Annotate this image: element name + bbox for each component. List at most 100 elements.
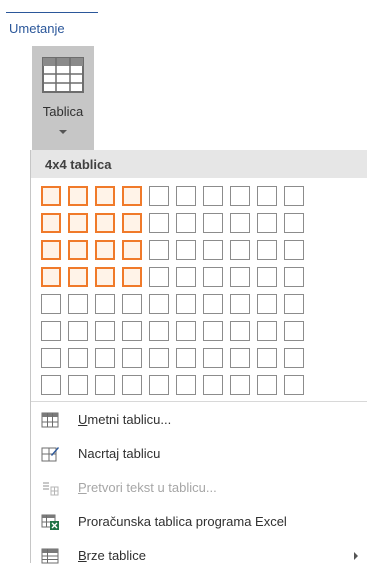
grid-cell-selected[interactable] <box>122 267 142 287</box>
grid-cell[interactable] <box>176 348 196 368</box>
grid-header: 4x4 tablica <box>31 150 367 178</box>
grid-cell[interactable] <box>95 321 115 341</box>
grid-cell[interactable] <box>41 321 61 341</box>
grid-cell-selected[interactable] <box>122 186 142 206</box>
grid-cell[interactable] <box>122 321 142 341</box>
grid-cell[interactable] <box>41 375 61 395</box>
grid-cell[interactable] <box>122 348 142 368</box>
grid-cell[interactable] <box>41 348 61 368</box>
grid-cell[interactable] <box>284 321 304 341</box>
grid-cell[interactable] <box>203 348 223 368</box>
grid-cell-selected[interactable] <box>68 267 88 287</box>
grid-cell[interactable] <box>284 294 304 314</box>
grid-cell[interactable] <box>230 321 250 341</box>
grid-cell[interactable] <box>203 294 223 314</box>
grid-cell[interactable] <box>122 294 142 314</box>
grid-cell[interactable] <box>257 375 277 395</box>
grid-cell[interactable] <box>230 375 250 395</box>
grid-cell[interactable] <box>257 240 277 260</box>
grid-cell-selected[interactable] <box>95 240 115 260</box>
grid-cell-selected[interactable] <box>68 240 88 260</box>
menu-item-convert-text[interactable]: Pretvori tekst u tablicu... <box>31 473 367 503</box>
grid-cell[interactable] <box>203 213 223 233</box>
quick-tables-icon <box>41 548 59 564</box>
grid-cell[interactable] <box>257 294 277 314</box>
grid-cell[interactable] <box>176 267 196 287</box>
grid-cell[interactable] <box>68 294 88 314</box>
grid-cell[interactable] <box>203 375 223 395</box>
chevron-right-icon <box>354 552 358 560</box>
insert-table-dropdown: 4x4 tablica Umetni tablicu... Nacrtaj ta… <box>30 150 367 564</box>
tab-insert-label: Umetanje <box>9 21 65 36</box>
convert-text-icon <box>43 482 59 496</box>
grid-cell-selected[interactable] <box>122 240 142 260</box>
menu-item-draw-table[interactable]: Nacrtaj tablicu <box>31 439 367 469</box>
grid-cell[interactable] <box>68 348 88 368</box>
grid-cell[interactable] <box>68 375 88 395</box>
grid-cell[interactable] <box>284 186 304 206</box>
grid-cell-selected[interactable] <box>41 186 61 206</box>
grid-cell-selected[interactable] <box>95 186 115 206</box>
grid-cell-selected[interactable] <box>95 213 115 233</box>
grid-cell-selected[interactable] <box>41 213 61 233</box>
grid-cell[interactable] <box>149 348 169 368</box>
grid-cell[interactable] <box>257 213 277 233</box>
grid-cell[interactable] <box>203 321 223 341</box>
grid-cell[interactable] <box>230 186 250 206</box>
grid-cell[interactable] <box>203 240 223 260</box>
grid-cell[interactable] <box>257 267 277 287</box>
grid-cell[interactable] <box>176 240 196 260</box>
grid-cell[interactable] <box>203 186 223 206</box>
tab-insert[interactable]: Umetanje <box>6 12 98 44</box>
menu-item-label: Umetni tablicu... <box>78 412 172 427</box>
menu-item-excel-table[interactable]: Proračunska tablica programa Excel <box>31 507 367 537</box>
grid-cell[interactable] <box>257 186 277 206</box>
grid-cell[interactable] <box>176 321 196 341</box>
grid-cell[interactable] <box>284 348 304 368</box>
grid-cell[interactable] <box>203 267 223 287</box>
menu-item-label: Brze tablice <box>78 548 146 563</box>
grid-cell[interactable] <box>95 294 115 314</box>
menu-item-quick-tables[interactable]: Brze tablice <box>31 541 367 571</box>
menu-item-label: Pretvori tekst u tablicu... <box>78 480 217 495</box>
grid-cell[interactable] <box>257 348 277 368</box>
grid-cell[interactable] <box>230 348 250 368</box>
grid-cell[interactable] <box>176 186 196 206</box>
grid-cell[interactable] <box>257 321 277 341</box>
excel-icon <box>41 514 59 530</box>
grid-cell[interactable] <box>95 375 115 395</box>
chevron-down-icon <box>59 130 67 134</box>
grid-cell-selected[interactable] <box>68 213 88 233</box>
grid-cell[interactable] <box>176 213 196 233</box>
grid-cell[interactable] <box>230 294 250 314</box>
grid-cell[interactable] <box>284 375 304 395</box>
grid-cell[interactable] <box>149 186 169 206</box>
grid-cell[interactable] <box>41 294 61 314</box>
grid-cell[interactable] <box>68 321 88 341</box>
grid-cell[interactable] <box>95 348 115 368</box>
menu-item-label: Proračunska tablica programa Excel <box>78 514 287 529</box>
grid-cell[interactable] <box>149 294 169 314</box>
grid-cell[interactable] <box>284 240 304 260</box>
grid-cell[interactable] <box>284 267 304 287</box>
grid-cell[interactable] <box>149 321 169 341</box>
table-button[interactable]: Tablica <box>32 46 94 150</box>
grid-cell[interactable] <box>230 267 250 287</box>
grid-cell[interactable] <box>149 213 169 233</box>
grid-cell[interactable] <box>176 375 196 395</box>
grid-cell[interactable] <box>149 375 169 395</box>
grid-cell[interactable] <box>176 294 196 314</box>
grid-cell-selected[interactable] <box>68 186 88 206</box>
grid-cell-selected[interactable] <box>41 240 61 260</box>
grid-cell[interactable] <box>149 240 169 260</box>
table-button-label: Tablica <box>42 104 84 119</box>
grid-cell[interactable] <box>230 213 250 233</box>
grid-cell-selected[interactable] <box>41 267 61 287</box>
grid-cell[interactable] <box>230 240 250 260</box>
menu-item-insert-table[interactable]: Umetni tablicu... <box>31 405 367 435</box>
grid-cell-selected[interactable] <box>122 213 142 233</box>
grid-cell-selected[interactable] <box>95 267 115 287</box>
grid-cell[interactable] <box>122 375 142 395</box>
grid-cell[interactable] <box>149 267 169 287</box>
grid-cell[interactable] <box>284 213 304 233</box>
